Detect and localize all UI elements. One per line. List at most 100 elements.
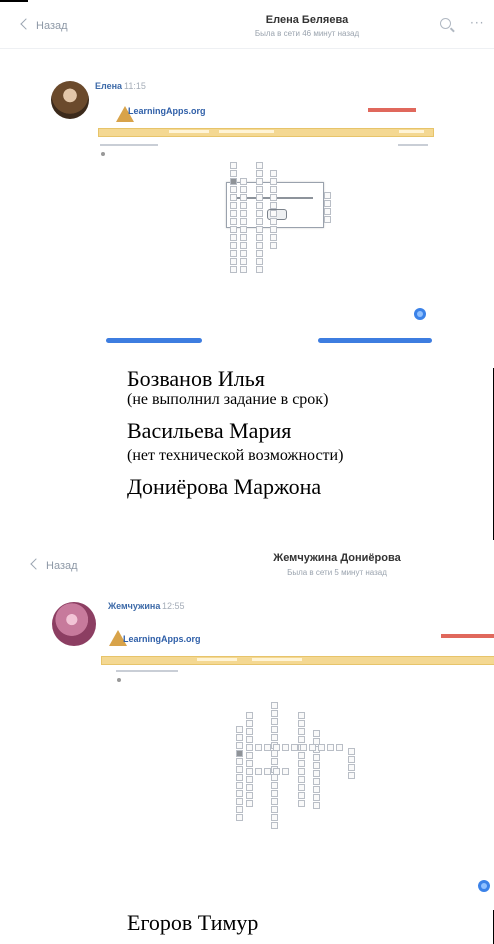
crossword-cell[interactable] — [236, 750, 243, 757]
crossword-cell[interactable] — [240, 234, 247, 241]
crossword-cell[interactable] — [270, 210, 277, 217]
crossword-cell[interactable] — [236, 814, 243, 821]
crossword-cell[interactable] — [282, 744, 289, 751]
crossword-cell[interactable] — [236, 742, 243, 749]
crossword-cell[interactable] — [298, 776, 305, 783]
crossword-cell[interactable] — [313, 778, 320, 785]
crossword-cell[interactable] — [348, 756, 355, 763]
crossword-cell[interactable] — [230, 218, 237, 225]
crossword-cell[interactable] — [240, 194, 247, 201]
crossword-cell[interactable] — [256, 218, 263, 225]
crossword-cell[interactable] — [270, 202, 277, 209]
crossword-cell[interactable] — [236, 758, 243, 765]
crossword-cell[interactable] — [246, 784, 253, 791]
crossword-cell[interactable] — [271, 774, 278, 781]
crossword-cell[interactable] — [256, 170, 263, 177]
crossword-cell[interactable] — [264, 744, 271, 751]
crossword-cell[interactable] — [309, 744, 316, 751]
avatar[interactable] — [52, 602, 96, 646]
crossword-cell[interactable] — [246, 728, 253, 735]
back-button[interactable]: Назад — [30, 558, 78, 572]
crossword-cell[interactable] — [240, 202, 247, 209]
bottom-button-left[interactable] — [106, 338, 202, 343]
avatar[interactable] — [51, 81, 89, 119]
crossword-cell[interactable] — [240, 242, 247, 249]
crossword-cell[interactable] — [256, 194, 263, 201]
crossword-cell[interactable] — [271, 750, 278, 757]
crossword-cell[interactable] — [324, 216, 331, 223]
crossword-cell[interactable] — [256, 258, 263, 265]
crossword-cell[interactable] — [240, 250, 247, 257]
crossword-cell[interactable] — [298, 800, 305, 807]
crossword-cell[interactable] — [298, 760, 305, 767]
crossword-cell[interactable] — [271, 822, 278, 829]
crossword-cell[interactable] — [230, 234, 237, 241]
crossword-cell[interactable] — [230, 226, 237, 233]
crossword-cell[interactable] — [313, 754, 320, 761]
sender-name[interactable]: Елена — [95, 81, 122, 91]
crossword-cell[interactable] — [230, 242, 237, 249]
crossword-cell[interactable] — [298, 784, 305, 791]
crossword-cell[interactable] — [270, 186, 277, 193]
crossword-cell[interactable] — [324, 208, 331, 215]
crossword-cell[interactable] — [348, 772, 355, 779]
search-icon[interactable] — [440, 18, 451, 29]
crossword-cell[interactable] — [256, 186, 263, 193]
crossword-cell[interactable] — [271, 790, 278, 797]
crossword-cell[interactable] — [236, 806, 243, 813]
crossword-cell[interactable] — [230, 210, 237, 217]
crossword-cell[interactable] — [313, 802, 320, 809]
crossword-cell[interactable] — [236, 774, 243, 781]
crossword-cell[interactable] — [256, 266, 263, 273]
crossword-cell[interactable] — [240, 178, 247, 185]
learningapps-screenshot[interactable]: LearningApps.org — [101, 620, 494, 890]
crossword-cell[interactable] — [318, 744, 325, 751]
crossword-cell[interactable] — [298, 792, 305, 799]
crossword-cell[interactable] — [240, 258, 247, 265]
crossword-cell[interactable] — [313, 794, 320, 801]
crossword-cell[interactable] — [240, 186, 247, 193]
crossword-cell[interactable] — [246, 744, 253, 751]
crossword-cell[interactable] — [246, 776, 253, 783]
crossword-cell[interactable] — [291, 744, 298, 751]
crossword-cell[interactable] — [246, 760, 253, 767]
crossword-cell[interactable] — [271, 806, 278, 813]
crossword-cell[interactable] — [324, 200, 331, 207]
crossword-cell[interactable] — [348, 764, 355, 771]
crossword-cell[interactable] — [230, 202, 237, 209]
crossword-cell[interactable] — [271, 718, 278, 725]
crossword-cell[interactable] — [256, 210, 263, 217]
crossword-cell[interactable] — [271, 726, 278, 733]
crossword-cell[interactable] — [240, 226, 247, 233]
crossword-cell[interactable] — [270, 178, 277, 185]
crossword-cell[interactable] — [313, 762, 320, 769]
crossword-cell[interactable] — [256, 202, 263, 209]
crossword-cell[interactable] — [270, 194, 277, 201]
crossword-cell[interactable] — [256, 242, 263, 249]
crossword-cell[interactable] — [324, 192, 331, 199]
crossword-cell[interactable] — [230, 178, 237, 185]
back-button[interactable]: Назад — [20, 18, 68, 32]
crossword-cell[interactable] — [256, 178, 263, 185]
crossword-cell[interactable] — [240, 210, 247, 217]
crossword-cell[interactable] — [236, 782, 243, 789]
crossword-cell[interactable] — [246, 792, 253, 799]
bottom-button-right[interactable] — [318, 338, 432, 343]
crossword-cell[interactable] — [230, 258, 237, 265]
crossword-cell[interactable] — [270, 234, 277, 241]
crossword-cell[interactable] — [246, 800, 253, 807]
crossword-cell[interactable] — [246, 768, 253, 775]
more-icon[interactable]: ··· — [470, 16, 484, 30]
crossword-cell[interactable] — [270, 218, 277, 225]
crossword-cell[interactable] — [246, 720, 253, 727]
crossword-cell[interactable] — [270, 226, 277, 233]
crossword-cell[interactable] — [255, 768, 262, 775]
crossword-cell[interactable] — [256, 162, 263, 169]
crossword-cell[interactable] — [236, 798, 243, 805]
crossword-cell[interactable] — [300, 744, 307, 751]
crossword-cell[interactable] — [230, 170, 237, 177]
crossword-cell[interactable] — [256, 250, 263, 257]
crossword-cell[interactable] — [271, 702, 278, 709]
crossword-cell[interactable] — [246, 712, 253, 719]
crossword-cell[interactable] — [246, 736, 253, 743]
